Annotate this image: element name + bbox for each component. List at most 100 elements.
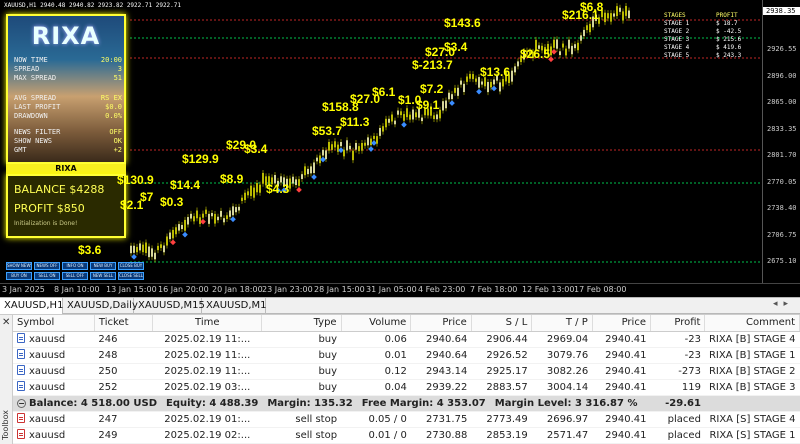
stage-value: $ 243.3 — [716, 52, 742, 59]
document-icon — [17, 349, 25, 359]
document-icon — [17, 333, 25, 343]
table-cell: -23 — [650, 331, 705, 348]
column-header[interactable]: Price — [592, 315, 651, 332]
trade-marker — [230, 216, 236, 223]
cell-text: 0.04 — [384, 381, 407, 393]
position-row[interactable]: xauusd 246 2025.02.19 11:... buy 0.06 2940.64… — [13, 331, 800, 348]
table-cell: 2939.22 — [410, 379, 472, 396]
cell-text: 2696.97 — [546, 413, 589, 425]
position-row[interactable]: xauusd 252 2025.02.19 03:... buy 0.04 2939.22… — [13, 379, 800, 396]
column-header[interactable]: Type — [261, 315, 342, 332]
cell-text: 247 — [98, 413, 118, 425]
tab-scroll-arrows[interactable]: ◂▸ — [773, 299, 794, 309]
ea-button[interactable]: CLOSE SELL — [118, 272, 144, 280]
cell-text: 2853.19 — [486, 429, 528, 441]
trade-marker — [131, 253, 137, 260]
summary-margin-level: Margin Level: 3 316.87 % — [494, 397, 638, 409]
summary-blank — [704, 395, 800, 412]
cell-text: RIXA [S] STAGE 1 — [709, 429, 796, 441]
table-cell: 2940.41 — [592, 427, 651, 444]
trade-marker — [296, 186, 302, 193]
table-cell: 252 — [94, 379, 153, 396]
table-cell: 248 — [94, 347, 153, 364]
table-cell: 3079.76 — [531, 347, 593, 364]
price-tick-label: 2738.40 — [767, 204, 797, 212]
column-header[interactable]: Comment — [704, 315, 800, 332]
ea-button[interactable]: NEW SELL — [90, 272, 116, 280]
table-cell: 3082.26 — [531, 363, 593, 380]
stage-row: STAGE 4 $ 419.6 — [664, 44, 760, 52]
tab-chart[interactable]: XAUUSD,Daily — [63, 298, 138, 314]
column-header[interactable]: Price — [410, 315, 472, 332]
trade-marker — [371, 140, 377, 146]
table-cell: 2025.02.19 11:... — [152, 347, 262, 364]
price-tick-label: 2801.70 — [767, 151, 797, 159]
table-cell: 2696.97 — [531, 411, 593, 428]
column-header[interactable]: T / P — [531, 315, 593, 332]
profit-label: $7 — [140, 190, 154, 204]
panel-row: LAST PROFIT $0.0 — [14, 103, 122, 111]
panel-row: SHOW NEWS OK — [14, 137, 122, 145]
profit-label: $3.4 — [444, 40, 468, 54]
table-cell: sell stop — [261, 427, 342, 444]
collapse-icon[interactable]: − — [17, 398, 26, 408]
table-cell: 0.12 — [341, 363, 411, 380]
profit-label: $8.9 — [220, 172, 244, 186]
document-icon — [17, 429, 25, 439]
stages-table: STAGES PROFIT STAGE 1 $ 18.7 STAGE 2 $ -42.5… — [664, 12, 760, 59]
time-tick-label: 8 Jan 10:00 — [54, 285, 100, 294]
profit-label: $53.7 — [312, 124, 343, 138]
cell-text: 3079.76 — [546, 349, 589, 361]
cell-text: 2773.49 — [486, 413, 528, 425]
cell-text: 0.05 / 0 — [368, 413, 407, 425]
trade-marker — [182, 231, 188, 238]
order-row[interactable]: xauusd 249 2025.02.19 02:... sell stop 0.01 … — [13, 427, 800, 444]
cell-text: 249 — [98, 429, 118, 441]
tab-chart[interactable]: XAUUSD,H1 — [0, 298, 63, 314]
price-tick-label: 2770.05 — [767, 177, 797, 186]
position-row[interactable]: xauusd 248 2025.02.19 11:... buy 0.01 2940.64… — [13, 347, 800, 364]
ea-button[interactable]: INFO ON — [62, 262, 88, 270]
symbol-text: xauusd — [29, 366, 66, 377]
time-axis[interactable]: 3 Jan 2025 8 Jan 10:00 13 Jan 15:00 16 Jan … — [0, 283, 800, 297]
cell-text: placed — [667, 413, 701, 425]
ea-button[interactable]: NEWS OFF — [34, 262, 60, 270]
column-header[interactable]: Symbol — [13, 315, 95, 332]
profit-label: $129.9 — [182, 152, 219, 166]
table-cell: 2571.47 — [531, 427, 593, 444]
ea-button[interactable]: NEW BUY — [90, 262, 116, 270]
ea-button[interactable]: SELL ON — [34, 272, 60, 280]
panel-title: RIXA — [31, 22, 101, 50]
cell-text: 2940.41 — [605, 349, 647, 361]
column-header[interactable]: Profit — [650, 315, 706, 332]
price-axis[interactable]: 2938.35 2926.55 2896.00 2865.00 2833.35 2801.… — [762, 0, 800, 283]
ea-button[interactable]: SHOW NEWS — [6, 262, 32, 270]
table-cell: 2940.41 — [592, 331, 651, 348]
column-header[interactable]: Ticket — [94, 315, 154, 332]
table-cell: 2940.64 — [410, 347, 472, 364]
time-tick-label: 23 Jan 23:00 — [262, 285, 313, 294]
table-cell: 2940.41 — [592, 411, 651, 428]
column-header[interactable]: S / L — [471, 315, 533, 332]
table-cell: xauusd — [13, 427, 95, 444]
column-header[interactable]: Time — [152, 315, 263, 332]
close-icon[interactable]: ✕ — [2, 317, 10, 328]
cell-text: 2731.75 — [425, 413, 468, 425]
ea-button[interactable]: CLOSE BUY — [118, 262, 144, 270]
table-cell: 2906.44 — [471, 331, 532, 348]
ea-button[interactable]: SELL OFF — [62, 272, 88, 280]
tab-chart[interactable]: XAUUSD,M1 — [202, 298, 267, 314]
cell-text: 250 — [98, 365, 118, 377]
price-chart[interactable]: XAUUSD,H1 2940.48 2940.82 2923.82 2922.7… — [0, 0, 762, 283]
tab-chart[interactable]: XAUUSD,M15 — [134, 298, 205, 314]
ea-button[interactable]: BUY ON — [6, 272, 32, 280]
price-tick-label: 2926.55 — [767, 45, 797, 53]
panel-row-value: OFF — [109, 128, 122, 136]
cell-text: -23 — [684, 333, 701, 345]
order-row[interactable]: xauusd 247 2025.02.19 01:... sell stop 0.05 … — [13, 411, 800, 428]
toolbox-label: Toolbox — [1, 410, 10, 440]
position-row[interactable]: xauusd 250 2025.02.19 11:... buy 0.12 2943.14… — [13, 363, 800, 380]
column-header[interactable]: Volume — [341, 315, 412, 332]
profit-label: $14.4 — [170, 178, 201, 192]
table-cell: 246 — [94, 331, 153, 348]
